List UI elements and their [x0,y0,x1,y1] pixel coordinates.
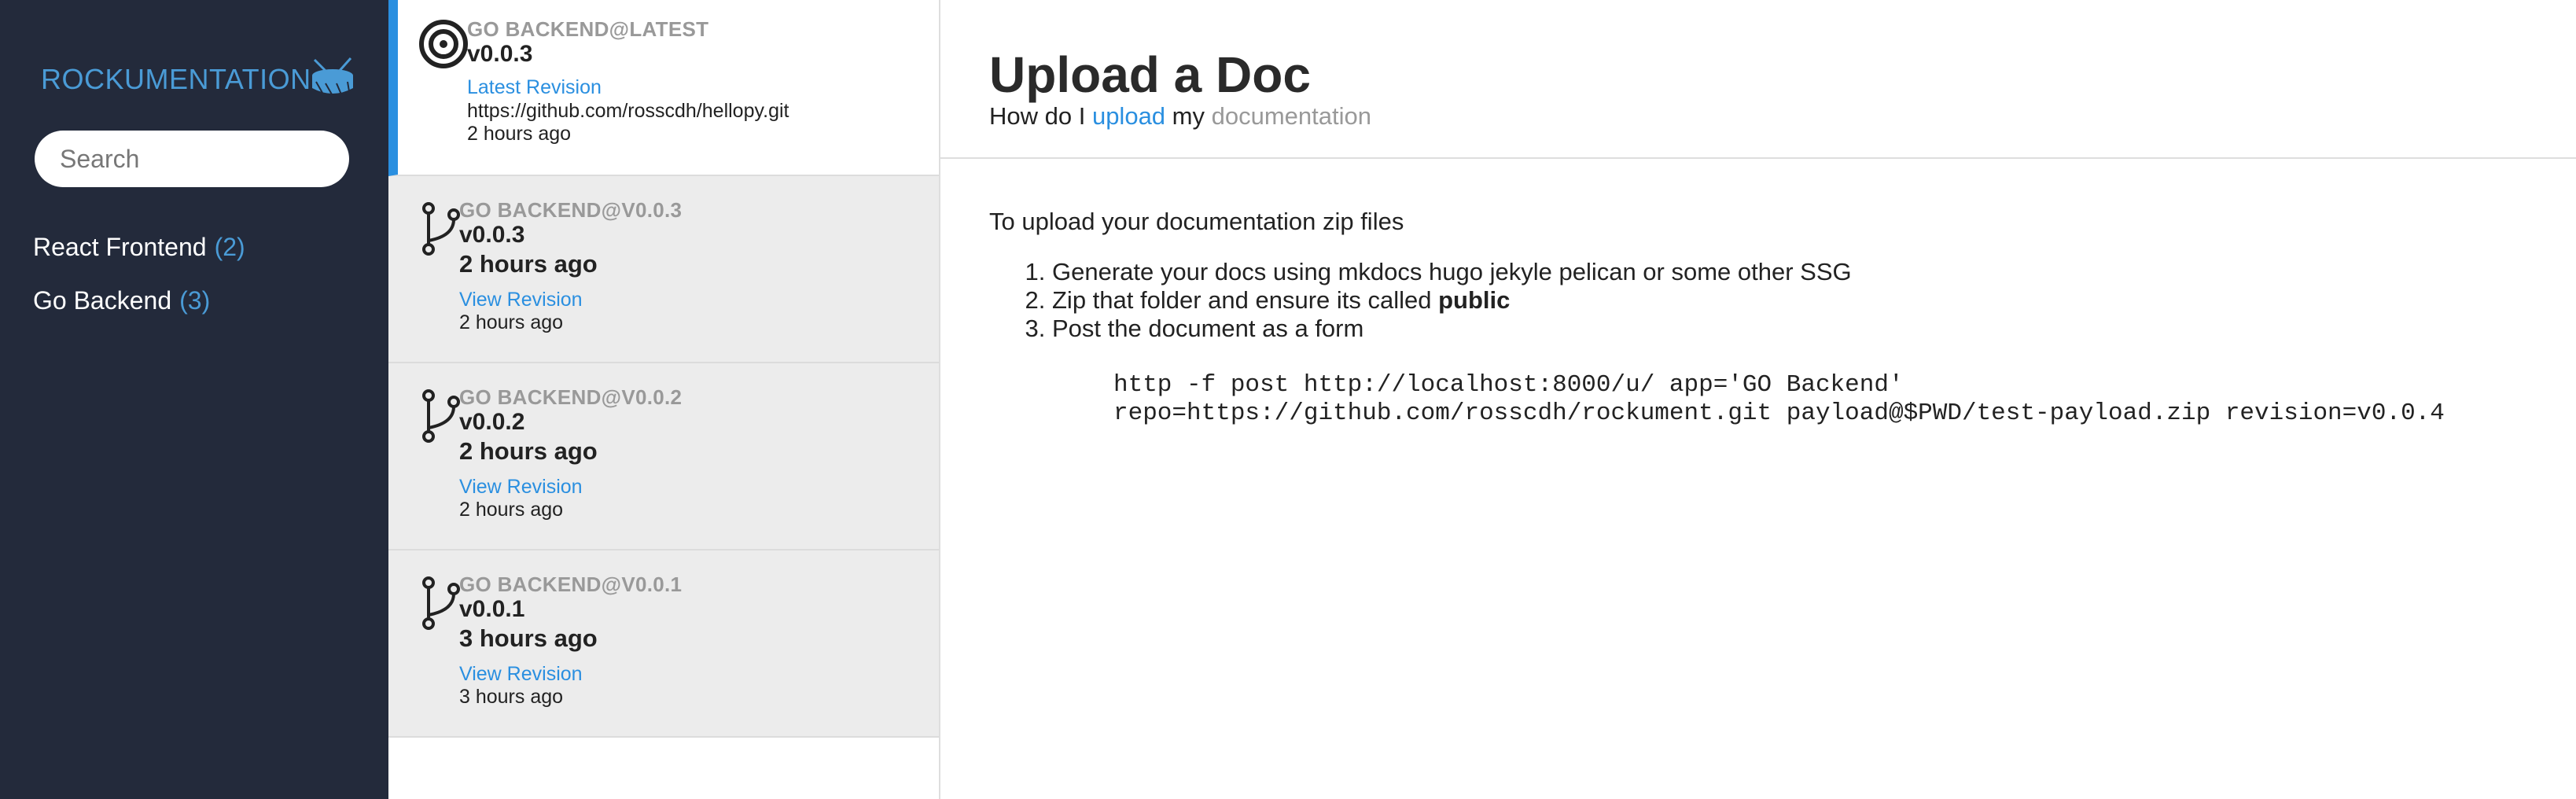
revision-label: GO BACKEND@LATEST [467,17,709,41]
step-item: Post the document as a form [1052,315,2562,343]
code-line: repo=https://github.com/rosscdh/rockumen… [1113,400,2445,427]
sidebar-item-react-frontend[interactable]: React Frontend (2) [33,220,245,274]
target-icon [419,20,468,68]
revision-age: 3 hours ago [459,624,598,652]
step-text: Post the document as a form [1052,315,1364,342]
code-line: http -f post http://localhost:8000/u/ ap… [1113,371,1904,399]
step-bold-text: public [1438,286,1511,314]
git-branch-icon [422,202,460,256]
revision-version: v0.0.3 [459,222,525,248]
revision-repo-url: https://github.com/rosscdh/hellopy.git [467,100,789,122]
git-branch-icon [422,389,460,443]
project-nav: React Frontend (2) Go Backend (3) [33,220,245,327]
revision-item-v0-0-3[interactable]: GO BACKEND@V0.0.3 v0.0.3 2 hours ago Vie… [388,176,939,363]
sidebar: ROCKUMENTATION React Frontend (2) Go Bac… [0,0,388,799]
brand-logo[interactable]: ROCKUMENTATION [41,57,357,98]
page-header: Upload a Doc How do I upload my document… [940,0,2576,159]
revision-item-v0-0-1[interactable]: GO BACKEND@V0.0.1 v0.0.1 3 hours ago Vie… [388,550,939,738]
subtitle-text: my [1165,102,1212,130]
code-block: http -f post http://localhost:8000/u/ ap… [1113,371,2562,428]
revision-age: 2 hours ago [459,250,598,278]
sidebar-item-label: Go Backend [33,285,172,315]
subtitle-text: How do I [989,102,1092,130]
subtitle-highlight: upload [1091,102,1166,130]
sidebar-item-label: React Frontend [33,232,207,261]
revision-label: GO BACKEND@V0.0.1 [459,573,683,596]
intro-text: To upload your documentation zip files [989,208,1404,235]
brand-name: ROCKUMENTATION [41,63,311,95]
revision-details: GO BACKEND@V0.0.3 v0.0.3 2 hours ago Vie… [459,198,682,333]
view-revision-link[interactable]: View Revision [459,475,682,499]
drum-icon [311,57,353,95]
revision-label: GO BACKEND@V0.0.3 [459,198,683,222]
revision-timestamp: 2 hours ago [459,499,564,521]
revision-version: v0.0.2 [459,409,525,435]
revision-details: GO BACKEND@LATEST v0.0.3 Latest Revision… [467,17,789,145]
latest-revision-link[interactable]: Latest Revision [467,75,789,99]
instructions: To upload your documentation zip files G… [989,206,2562,428]
revision-list: GO BACKEND@LATEST v0.0.3 Latest Revision… [388,0,940,799]
revision-details: GO BACKEND@V0.0.2 v0.0.2 2 hours ago Vie… [459,385,682,521]
steps-list: Generate your docs using mkdocs hugo jek… [989,258,2562,343]
step-item: Generate your docs using mkdocs hugo jek… [1052,258,2562,286]
sidebar-item-go-backend[interactable]: Go Backend (3) [33,274,245,327]
page-subtitle: How do I upload my documentation [989,102,1371,131]
revision-timestamp: 3 hours ago [459,686,564,708]
view-revision-link[interactable]: View Revision [459,288,682,311]
revision-age: 2 hours ago [459,437,598,465]
sidebar-item-count: (3) [179,285,211,315]
step-text: Generate your docs using mkdocs hugo jek… [1052,258,1852,285]
revision-version: v0.0.1 [459,596,525,622]
step-item: Zip that folder and ensure its called pu… [1052,286,2562,315]
revision-timestamp: 2 hours ago [467,123,572,145]
git-branch-icon [422,576,460,630]
view-revision-link[interactable]: View Revision [459,662,682,686]
revision-item-latest[interactable]: GO BACKEND@LATEST v0.0.3 Latest Revision… [388,0,939,176]
step-text: Zip that folder and ensure its called [1052,286,1439,314]
sidebar-item-count: (2) [214,232,245,261]
main-panel: Upload a Doc How do I upload my document… [940,0,2576,799]
subtitle-muted: documentation [1211,102,1371,130]
page-title: Upload a Doc [989,46,1311,103]
revision-label: GO BACKEND@V0.0.2 [459,385,683,409]
revision-details: GO BACKEND@V0.0.1 v0.0.1 3 hours ago Vie… [459,573,682,708]
revision-timestamp: 2 hours ago [459,311,564,333]
revision-version: v0.0.3 [467,41,533,67]
revision-item-v0-0-2[interactable]: GO BACKEND@V0.0.2 v0.0.2 2 hours ago Vie… [388,363,939,550]
search-input[interactable] [35,131,349,187]
